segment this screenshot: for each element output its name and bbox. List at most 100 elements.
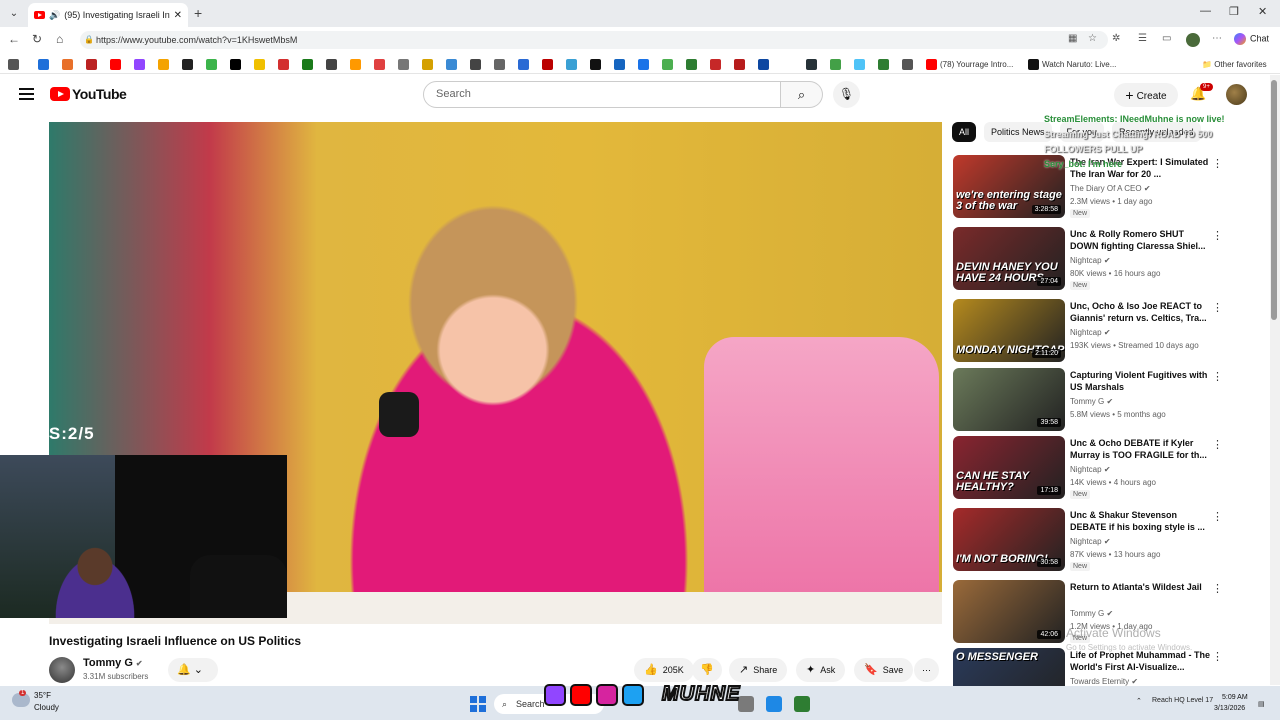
recommendation-title[interactable]: Life of Prophet Muhammad - The World's F… bbox=[1070, 649, 1210, 673]
taskbar-date[interactable]: 3/13/2026 bbox=[1214, 705, 1245, 712]
bookmark-icon[interactable] bbox=[350, 59, 361, 70]
speaker-icon[interactable]: 🔊 bbox=[49, 10, 60, 21]
kebab-menu-icon[interactable]: ⋮ bbox=[1212, 438, 1223, 451]
bookmark-icon[interactable] bbox=[830, 59, 841, 70]
avatar[interactable] bbox=[1226, 84, 1247, 105]
bookmark-icon[interactable] bbox=[446, 59, 457, 70]
search-button[interactable]: ⌕ bbox=[781, 81, 823, 108]
video-thumbnail[interactable]: 39:58 bbox=[953, 368, 1065, 431]
video-thumbnail[interactable]: O MESSENGER bbox=[953, 648, 1065, 686]
recommendation-item[interactable]: DEVIN HANEY YOU HAVE 24 HOURS 27:04 Unc &… bbox=[953, 227, 1253, 291]
bookmark-icon[interactable] bbox=[86, 59, 97, 70]
extensions-icon[interactable]: ✲ bbox=[1112, 33, 1120, 44]
voice-search-button[interactable]: 🎙 bbox=[833, 81, 860, 108]
tab-actions-icon[interactable]: ⌄ bbox=[6, 6, 22, 22]
weather-description[interactable]: Cloudy bbox=[34, 703, 59, 712]
taskbar-time[interactable]: 5:09 AM bbox=[1222, 694, 1248, 701]
bookmark-icon[interactable] bbox=[566, 59, 577, 70]
home-icon[interactable]: ⌂ bbox=[56, 32, 63, 46]
weather-temperature[interactable]: 35°F bbox=[34, 691, 51, 700]
channel-name[interactable]: Tommy G ✔ bbox=[83, 657, 143, 669]
bookmark-icon[interactable] bbox=[494, 59, 505, 70]
restore-icon[interactable]: ❐ bbox=[1229, 5, 1239, 18]
share-button[interactable]: ↗ Share bbox=[729, 658, 788, 682]
windows-start-icon[interactable] bbox=[470, 696, 486, 712]
bookmark-icon[interactable] bbox=[542, 59, 553, 70]
recommendation-title[interactable]: Unc & Ocho DEBATE if Kyler Murray is TOO… bbox=[1070, 437, 1210, 461]
subscribed-bell-button[interactable]: 🔔 ⌄ bbox=[168, 658, 218, 682]
kebab-menu-icon[interactable]: ⋮ bbox=[1212, 650, 1223, 663]
taskbar-app-icon[interactable] bbox=[738, 696, 754, 712]
recommendation-title[interactable]: Unc & Rolly Romero SHUT DOWN fighting Cl… bbox=[1070, 228, 1210, 252]
bookmark-icon[interactable] bbox=[662, 59, 673, 70]
recommendation-item[interactable]: 39:58 Capturing Violent Fugitives with U… bbox=[953, 368, 1253, 432]
recommendation-title[interactable]: Return to Atlanta's Wildest Jail bbox=[1070, 581, 1210, 593]
recommendation-channel[interactable]: Nightcap ✔ bbox=[1070, 328, 1111, 337]
recommendation-channel[interactable]: Tommy G ✔ bbox=[1070, 397, 1113, 406]
video-thumbnail[interactable]: DEVIN HANEY YOU HAVE 24 HOURS 27:04 bbox=[953, 227, 1065, 290]
more-actions-button[interactable]: ⋯ bbox=[914, 658, 939, 682]
video-thumbnail[interactable]: 42:06 bbox=[953, 580, 1065, 643]
bookmark-icon[interactable] bbox=[230, 59, 241, 70]
bookmark-icon[interactable] bbox=[62, 59, 73, 70]
bookmark-icon[interactable] bbox=[302, 59, 313, 70]
bookmark-icon[interactable] bbox=[470, 59, 481, 70]
recommendation-channel[interactable]: Towards Eternity ✔ bbox=[1070, 677, 1138, 686]
recommendation-channel[interactable]: The Diary Of A CEO ✔ bbox=[1070, 184, 1151, 193]
bookmark-icon[interactable] bbox=[110, 59, 121, 70]
bookmark-icon[interactable] bbox=[38, 59, 49, 70]
hamburger-menu-icon[interactable] bbox=[19, 88, 34, 100]
scrollbar-thumb[interactable] bbox=[1271, 80, 1277, 320]
video-thumbnail[interactable]: CAN HE STAY HEALTHY? 17:18 bbox=[953, 436, 1065, 499]
app-available-icon[interactable]: ▦ bbox=[1068, 33, 1077, 44]
bookmark-icon[interactable] bbox=[398, 59, 409, 70]
search-input[interactable]: Search bbox=[423, 81, 781, 108]
favorite-star-icon[interactable]: ☆ bbox=[1088, 33, 1097, 44]
recommendation-item[interactable]: O MESSENGER Life of Prophet Muhammad - T… bbox=[953, 648, 1253, 686]
bookmark-icon[interactable] bbox=[758, 59, 769, 70]
recommendation-channel[interactable]: Nightcap ✔ bbox=[1070, 465, 1111, 474]
more-menu-icon[interactable]: ⋯ bbox=[1212, 33, 1222, 44]
minimize-icon[interactable]: — bbox=[1200, 5, 1211, 17]
save-button[interactable]: 🔖 Save bbox=[854, 658, 914, 682]
kebab-menu-icon[interactable]: ⋮ bbox=[1212, 229, 1223, 242]
bookmark-label[interactable]: Watch Naruto: Live... bbox=[1042, 60, 1116, 69]
kebab-menu-icon[interactable]: ⋮ bbox=[1212, 370, 1223, 383]
bookmark-icon[interactable] bbox=[518, 59, 529, 70]
ask-button[interactable]: ✦ Ask bbox=[796, 658, 846, 682]
bookmark-icon[interactable] bbox=[206, 59, 217, 70]
bookmark-icon[interactable] bbox=[254, 59, 265, 70]
video-thumbnail[interactable]: I'M NOT BORING! 30:58 bbox=[953, 508, 1065, 571]
bookmark-icon[interactable] bbox=[278, 59, 289, 70]
chip-politics-news[interactable]: Politics News bbox=[984, 122, 1052, 142]
bookmark-icon[interactable] bbox=[590, 59, 601, 70]
chip-all[interactable]: All bbox=[952, 122, 977, 142]
bookmark-icon[interactable] bbox=[686, 59, 697, 70]
recommendation-item[interactable]: MONDAY NIGHTCAP 2:11:20 Unc, Ocho & Iso J… bbox=[953, 299, 1253, 363]
create-button[interactable]: + Create bbox=[1114, 83, 1178, 107]
bookmark-icon[interactable] bbox=[902, 59, 913, 70]
recommendation-title[interactable]: Unc, Ocho & Iso Joe REACT to Giannis' re… bbox=[1070, 300, 1210, 324]
edge-browser-icon[interactable] bbox=[766, 696, 782, 712]
bookmark-icon[interactable] bbox=[854, 59, 865, 70]
bookmark-icon[interactable] bbox=[806, 59, 817, 70]
naruto-bookmark-icon[interactable] bbox=[1028, 59, 1039, 70]
recommendation-item[interactable]: CAN HE STAY HEALTHY? 17:18 Unc & Ocho DEB… bbox=[953, 436, 1253, 500]
refresh-icon[interactable]: ↻ bbox=[32, 32, 42, 46]
recommendation-channel[interactable]: Tommy G ✔ bbox=[1070, 609, 1113, 618]
favorites-icon[interactable]: ☰ bbox=[1138, 33, 1147, 44]
browser-profile-avatar[interactable] bbox=[1186, 33, 1200, 47]
browser-tab[interactable]: 🔊 (95) Investigating Israeli Influe ✕ bbox=[28, 3, 188, 27]
bookmark-icon[interactable] bbox=[422, 59, 433, 70]
bookmark-icon[interactable] bbox=[182, 59, 193, 70]
bookmark-icon[interactable] bbox=[710, 59, 721, 70]
recommendation-title[interactable]: Capturing Violent Fugitives with US Mars… bbox=[1070, 369, 1210, 393]
copilot-chat-button[interactable]: Chat bbox=[1234, 33, 1269, 45]
bookmark-icon[interactable] bbox=[638, 59, 649, 70]
new-tab-icon[interactable]: + bbox=[194, 5, 202, 21]
other-favorites[interactable]: 📁 Other favorites bbox=[1202, 60, 1267, 69]
bookmark-icon[interactable] bbox=[614, 59, 625, 70]
bookmark-label[interactable]: (78) Yourrage Intro... bbox=[940, 60, 1013, 69]
close-window-icon[interactable]: ✕ bbox=[1258, 5, 1267, 18]
youtube-logo[interactable]: YouTube bbox=[50, 86, 127, 102]
